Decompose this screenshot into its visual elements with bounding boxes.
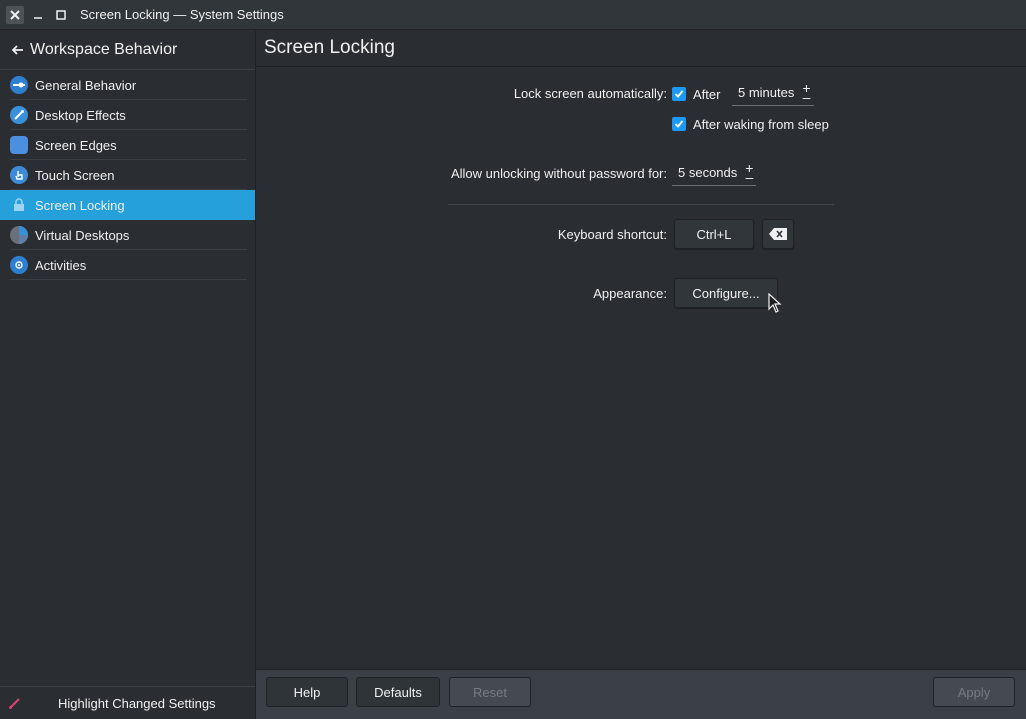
reset-button[interactable]: Reset bbox=[449, 677, 531, 707]
after-waking-checkbox[interactable] bbox=[672, 117, 686, 131]
backspace-clear-icon bbox=[769, 228, 787, 240]
defaults-button[interactable]: Defaults bbox=[356, 677, 440, 707]
sidebar-item-desktop-effects[interactable]: Desktop Effects bbox=[0, 100, 255, 130]
sidebar-item-activities[interactable]: Activities bbox=[0, 250, 255, 280]
grace-period-spinbox[interactable]: 5 seconds + – bbox=[672, 160, 756, 186]
grace-period-stepper[interactable]: + – bbox=[745, 161, 753, 184]
activities-icon bbox=[10, 256, 28, 274]
sidebar-item-label: Touch Screen bbox=[35, 167, 115, 183]
grace-period-value: 5 seconds bbox=[678, 165, 738, 180]
clear-shortcut-button[interactable] bbox=[762, 219, 794, 249]
sidebar-item-screen-locking[interactable]: Screen Locking bbox=[0, 190, 255, 220]
sidebar-item-label: Screen Edges bbox=[35, 137, 117, 153]
sidebar-item-screen-edges[interactable]: Screen Edges bbox=[0, 130, 255, 160]
screen-edges-icon bbox=[10, 136, 28, 154]
window-titlebar: Screen Locking — System Settings bbox=[0, 0, 1026, 30]
checkmark-icon bbox=[674, 120, 684, 128]
highlight-changed-settings-toggle[interactable]: Highlight Changed Settings bbox=[0, 686, 255, 719]
keyboard-shortcut-button[interactable]: Ctrl+L bbox=[674, 219, 754, 249]
maximize-window-button[interactable] bbox=[52, 6, 70, 24]
virtual-desktops-icon bbox=[10, 226, 28, 244]
decrement-icon[interactable]: – bbox=[745, 170, 753, 184]
apply-button[interactable]: Apply bbox=[933, 677, 1015, 707]
sidebar-item-label: Activities bbox=[35, 257, 87, 273]
lock-timeout-stepper[interactable]: + – bbox=[802, 81, 811, 104]
lock-automatically-label: Lock screen automatically: bbox=[513, 86, 667, 101]
allow-unlocking-label: Allow unlocking without password for: bbox=[450, 166, 667, 181]
decrement-icon[interactable]: – bbox=[803, 90, 811, 104]
minimize-window-button[interactable] bbox=[29, 6, 47, 24]
sidebar-item-label: Virtual Desktops bbox=[35, 227, 130, 243]
section-divider bbox=[448, 204, 834, 205]
sidebar-item-general-behavior[interactable]: General Behavior bbox=[0, 70, 255, 100]
after-waking-label: After waking from sleep bbox=[693, 117, 829, 132]
sidebar-header-title: Workspace Behavior bbox=[30, 41, 178, 58]
checkmark-icon bbox=[674, 90, 684, 98]
highlight-changed-settings-label: Highlight Changed Settings bbox=[58, 695, 216, 711]
close-window-button[interactable] bbox=[6, 5, 24, 24]
lock-icon bbox=[10, 196, 28, 214]
lock-timeout-value: 5 minutes bbox=[738, 85, 795, 100]
back-arrow-icon bbox=[11, 45, 23, 55]
lock-timeout-spinbox[interactable]: 5 minutes + – bbox=[732, 80, 814, 106]
after-label: After bbox=[693, 87, 721, 102]
mouse-cursor-icon bbox=[768, 293, 782, 313]
page-title: Screen Locking bbox=[264, 37, 395, 58]
sidebar: Workspace Behavior General Behavior Desk… bbox=[0, 31, 256, 719]
close-icon bbox=[10, 9, 20, 20]
sidebar-item-label: Desktop Effects bbox=[35, 107, 126, 123]
minimize-icon bbox=[34, 16, 42, 19]
window-title: Screen Locking — System Settings bbox=[80, 7, 284, 22]
sidebar-item-virtual-desktops[interactable]: Virtual Desktops bbox=[0, 220, 255, 250]
keyboard-shortcut-label: Keyboard shortcut: bbox=[557, 227, 667, 242]
configure-appearance-button[interactable]: Configure... bbox=[674, 278, 778, 308]
dialog-button-bar: Help Defaults Reset Apply bbox=[256, 669, 1026, 719]
sidebar-item-touch-screen[interactable]: Touch Screen bbox=[0, 160, 255, 190]
maximize-icon bbox=[56, 9, 66, 20]
help-button[interactable]: Help bbox=[266, 677, 348, 707]
sidebar-back-header[interactable]: Workspace Behavior bbox=[0, 31, 255, 70]
main-content: Screen Locking Lock screen automatically… bbox=[256, 31, 1026, 669]
after-checkbox[interactable] bbox=[672, 87, 686, 101]
paintbrush-icon bbox=[9, 698, 20, 709]
sidebar-item-label: General Behavior bbox=[35, 77, 137, 93]
title-divider bbox=[256, 66, 1026, 67]
general-behavior-icon bbox=[10, 76, 28, 94]
desktop-effects-icon bbox=[10, 106, 28, 124]
sidebar-item-label: Screen Locking bbox=[35, 197, 125, 213]
appearance-label: Appearance: bbox=[593, 286, 667, 301]
touch-screen-icon bbox=[10, 166, 28, 184]
